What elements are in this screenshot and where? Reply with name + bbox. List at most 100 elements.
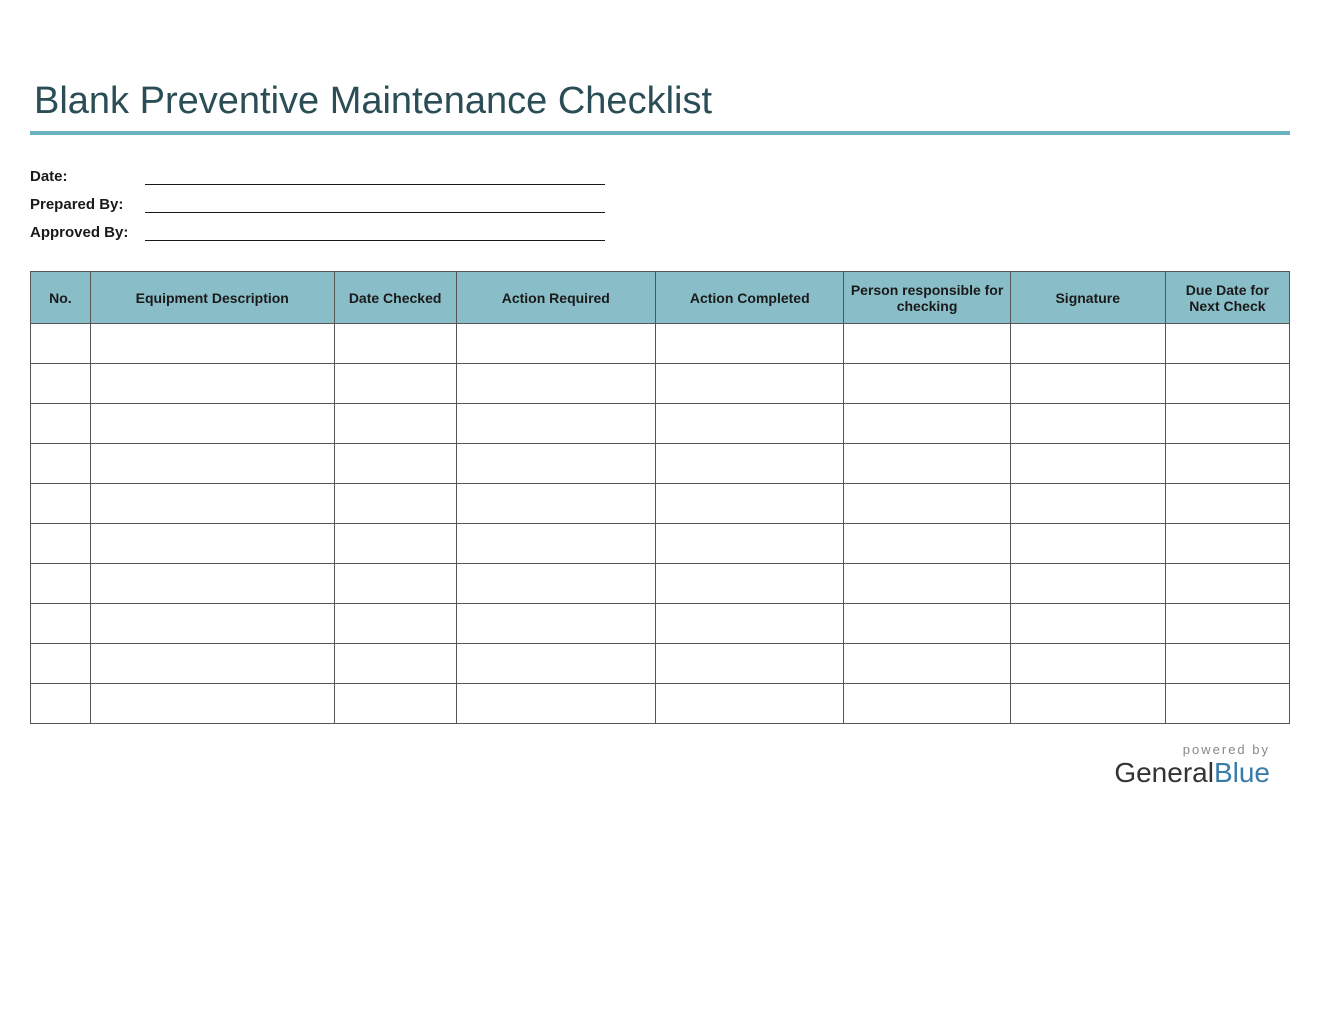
powered-by-text: powered by bbox=[30, 742, 1270, 757]
table-cell[interactable] bbox=[456, 364, 655, 404]
table-cell[interactable] bbox=[844, 364, 1010, 404]
table-cell[interactable] bbox=[334, 404, 456, 444]
table-cell[interactable] bbox=[456, 484, 655, 524]
header-person-responsible: Person responsible for checking bbox=[844, 272, 1010, 324]
table-cell[interactable] bbox=[31, 524, 91, 564]
table-cell[interactable] bbox=[334, 524, 456, 564]
table-cell[interactable] bbox=[1165, 484, 1289, 524]
table-cell[interactable] bbox=[90, 524, 334, 564]
page-title: Blank Preventive Maintenance Checklist bbox=[30, 80, 1290, 123]
table-cell[interactable] bbox=[31, 364, 91, 404]
table-cell[interactable] bbox=[31, 644, 91, 684]
table-cell[interactable] bbox=[456, 644, 655, 684]
table-cell[interactable] bbox=[656, 404, 844, 444]
table-cell[interactable] bbox=[1165, 364, 1289, 404]
table-cell[interactable] bbox=[90, 444, 334, 484]
header-signature: Signature bbox=[1010, 272, 1165, 324]
table-cell[interactable] bbox=[90, 644, 334, 684]
table-row bbox=[31, 484, 1290, 524]
table-cell[interactable] bbox=[31, 604, 91, 644]
table-cell[interactable] bbox=[334, 364, 456, 404]
table-cell[interactable] bbox=[656, 364, 844, 404]
table-cell[interactable] bbox=[90, 364, 334, 404]
table-cell[interactable] bbox=[656, 444, 844, 484]
table-cell[interactable] bbox=[31, 564, 91, 604]
meta-row-prepared-by: Prepared By: bbox=[30, 195, 1290, 213]
table-cell[interactable] bbox=[1165, 564, 1289, 604]
table-cell[interactable] bbox=[31, 684, 91, 724]
approved-by-label: Approved By: bbox=[30, 224, 145, 241]
table-cell[interactable] bbox=[90, 484, 334, 524]
table-cell[interactable] bbox=[31, 484, 91, 524]
table-cell[interactable] bbox=[656, 324, 844, 364]
table-cell[interactable] bbox=[844, 404, 1010, 444]
table-cell[interactable] bbox=[1010, 644, 1165, 684]
table-cell[interactable] bbox=[844, 604, 1010, 644]
table-cell[interactable] bbox=[1165, 324, 1289, 364]
meta-row-approved-by: Approved By: bbox=[30, 223, 1290, 241]
table-cell[interactable] bbox=[1165, 404, 1289, 444]
table-cell[interactable] bbox=[334, 644, 456, 684]
table-cell[interactable] bbox=[656, 644, 844, 684]
header-no: No. bbox=[31, 272, 91, 324]
table-cell[interactable] bbox=[1010, 444, 1165, 484]
table-cell[interactable] bbox=[656, 604, 844, 644]
table-cell[interactable] bbox=[1010, 524, 1165, 564]
table-cell[interactable] bbox=[844, 324, 1010, 364]
table-cell[interactable] bbox=[1010, 364, 1165, 404]
header-date-checked: Date Checked bbox=[334, 272, 456, 324]
table-cell[interactable] bbox=[334, 444, 456, 484]
table-cell[interactable] bbox=[656, 684, 844, 724]
table-cell[interactable] bbox=[334, 324, 456, 364]
table-cell[interactable] bbox=[334, 604, 456, 644]
table-cell[interactable] bbox=[334, 564, 456, 604]
table-cell[interactable] bbox=[1165, 444, 1289, 484]
table-cell[interactable] bbox=[90, 324, 334, 364]
table-cell[interactable] bbox=[31, 444, 91, 484]
table-cell[interactable] bbox=[1010, 404, 1165, 444]
table-cell[interactable] bbox=[1165, 684, 1289, 724]
brand-general-text: General bbox=[1114, 757, 1214, 788]
table-cell[interactable] bbox=[456, 604, 655, 644]
meta-row-date: Date: bbox=[30, 167, 1290, 185]
table-cell[interactable] bbox=[1010, 484, 1165, 524]
table-cell[interactable] bbox=[334, 684, 456, 724]
table-cell[interactable] bbox=[844, 684, 1010, 724]
table-cell[interactable] bbox=[456, 684, 655, 724]
table-cell[interactable] bbox=[844, 484, 1010, 524]
table-cell[interactable] bbox=[31, 324, 91, 364]
table-row bbox=[31, 524, 1290, 564]
table-body bbox=[31, 324, 1290, 724]
table-cell[interactable] bbox=[1165, 604, 1289, 644]
table-cell[interactable] bbox=[90, 604, 334, 644]
date-input-line[interactable] bbox=[145, 167, 605, 185]
header-equipment-description: Equipment Description bbox=[90, 272, 334, 324]
table-cell[interactable] bbox=[844, 444, 1010, 484]
approved-by-input-line[interactable] bbox=[145, 223, 605, 241]
table-cell[interactable] bbox=[90, 404, 334, 444]
table-cell[interactable] bbox=[844, 524, 1010, 564]
table-cell[interactable] bbox=[1010, 564, 1165, 604]
table-cell[interactable] bbox=[456, 564, 655, 604]
table-cell[interactable] bbox=[1010, 604, 1165, 644]
footer: powered by GeneralBlue bbox=[30, 742, 1290, 789]
prepared-by-input-line[interactable] bbox=[145, 195, 605, 213]
table-cell[interactable] bbox=[1010, 324, 1165, 364]
table-cell[interactable] bbox=[844, 564, 1010, 604]
table-cell[interactable] bbox=[656, 564, 844, 604]
table-cell[interactable] bbox=[1165, 644, 1289, 684]
table-row bbox=[31, 444, 1290, 484]
table-cell[interactable] bbox=[90, 684, 334, 724]
table-cell[interactable] bbox=[1010, 684, 1165, 724]
table-cell[interactable] bbox=[844, 644, 1010, 684]
table-cell[interactable] bbox=[456, 324, 655, 364]
table-cell[interactable] bbox=[656, 524, 844, 564]
table-cell[interactable] bbox=[334, 484, 456, 524]
table-cell[interactable] bbox=[456, 444, 655, 484]
table-cell[interactable] bbox=[656, 484, 844, 524]
table-cell[interactable] bbox=[456, 524, 655, 564]
table-cell[interactable] bbox=[90, 564, 334, 604]
table-cell[interactable] bbox=[456, 404, 655, 444]
table-cell[interactable] bbox=[1165, 524, 1289, 564]
table-cell[interactable] bbox=[31, 404, 91, 444]
